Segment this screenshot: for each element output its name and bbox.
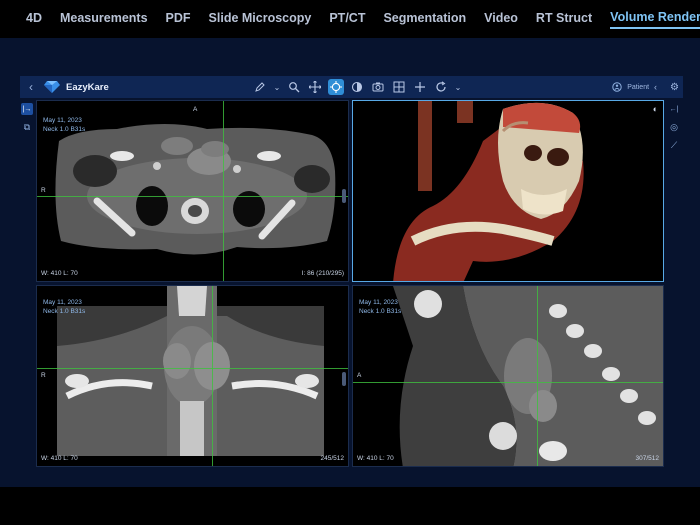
slice-scroll-handle[interactable] (342, 189, 346, 203)
tab-pdf[interactable]: PDF (166, 11, 191, 28)
slice-scroll-handle[interactable] (342, 372, 346, 386)
modality-tab-bar: 4D Measurements PDF Slide Microscopy PT/… (0, 0, 700, 38)
orientation-left-label: R (41, 187, 46, 194)
pencil-icon[interactable] (252, 79, 268, 95)
slice-index-readout: 245/512 (320, 455, 345, 462)
window-level-readout: W: 410 L: 70 (41, 270, 78, 277)
window-level-readout: W: 410 L: 70 (357, 455, 394, 462)
crosshair-horizontal[interactable] (37, 368, 348, 369)
layout-icon[interactable] (391, 79, 407, 95)
pan-icon[interactable] (307, 79, 323, 95)
tab-rt-struct[interactable]: RT Struct (536, 11, 592, 28)
series-description: Neck 1.0 B31s (359, 308, 402, 315)
tab-video[interactable]: Video (484, 11, 518, 28)
crosshair-horizontal[interactable] (37, 196, 348, 197)
viewport-volume-3d[interactable]: ◐ (352, 100, 664, 282)
search-icon[interactable] (286, 79, 302, 95)
rotate-icon[interactable] (433, 79, 449, 95)
back-chevron-icon[interactable]: ‹ (22, 80, 40, 94)
orbit-icon[interactable]: ◎ (668, 121, 680, 133)
orientation-top-label: A (193, 106, 198, 113)
study-date: May 11, 2023 (359, 299, 398, 306)
app-toolbar: ‹ EazyKare ⌄ ⌄ Patient ‹ ⚙ (20, 76, 683, 98)
measure-line-icon[interactable]: ⟋ (668, 139, 680, 151)
dropdown-chevron-icon[interactable]: ⌄ (273, 79, 281, 95)
left-rail: |→ ⧉ (20, 100, 34, 480)
viewport-axial[interactable]: A R May 11, 2023 Neck 1.0 B31s W: 410 L:… (36, 100, 349, 282)
slice-index-readout: I: 86 (210/295) (301, 270, 344, 277)
camera-icon[interactable] (370, 79, 386, 95)
viewport-sagittal[interactable]: A May 11, 2023 Neck 1.0 B31s W: 410 L: 7… (352, 285, 664, 467)
add-icon[interactable] (412, 79, 428, 95)
app-name: EazyKare (66, 81, 109, 93)
right-rail: ←| ◎ ⟋ (666, 100, 682, 480)
slice-index-readout: 307/512 (635, 455, 660, 462)
dropdown-chevron-icon[interactable]: ⌄ (454, 79, 462, 95)
collapse-panel-icon[interactable]: ←| (668, 103, 680, 115)
crosshair-vertical[interactable] (223, 101, 224, 281)
orientation-left-label: A (357, 372, 362, 379)
contrast-toggle-icon[interactable]: ◐ (653, 104, 658, 114)
crosshair-horizontal[interactable] (353, 382, 663, 383)
contrast-icon[interactable] (349, 79, 365, 95)
tab-slide-microscopy[interactable]: Slide Microscopy (209, 11, 312, 28)
logo-gem-icon (44, 81, 60, 93)
gear-icon[interactable]: ⚙ (670, 82, 679, 93)
viewport-coronal[interactable]: R May 11, 2023 Neck 1.0 B31s W: 410 L: 7… (36, 285, 349, 467)
tab-pt-ct[interactable]: PT/CT (329, 11, 365, 28)
patient-info-icon (612, 82, 622, 92)
volume-rendering-image (393, 101, 584, 281)
expand-panel-icon[interactable]: |→ (21, 103, 33, 115)
copy-icon[interactable]: ⧉ (21, 121, 33, 133)
viewer-frame: ‹ EazyKare ⌄ ⌄ Patient ‹ ⚙ |→ ⧉ ←| ◎ ⟋ A… (0, 38, 700, 487)
collapse-chevron-icon[interactable]: ‹ (654, 82, 657, 92)
series-description: Neck 1.0 B31s (43, 126, 86, 133)
study-date: May 11, 2023 (43, 117, 82, 124)
patient-label: Patient (627, 83, 650, 91)
orientation-left-label: R (41, 372, 46, 379)
crosshair-sync-icon[interactable] (328, 79, 344, 95)
tab-segmentation[interactable]: Segmentation (383, 11, 466, 28)
toolbar-tools: ⌄ ⌄ (252, 76, 462, 98)
tab-volume-rendering[interactable]: Volume Rendering (610, 10, 700, 29)
crosshair-vertical[interactable] (212, 286, 213, 466)
tab-4d[interactable]: 4D (26, 11, 42, 28)
study-date: May 11, 2023 (43, 299, 82, 306)
tab-measurements[interactable]: Measurements (60, 11, 148, 28)
series-description: Neck 1.0 B31s (43, 308, 86, 315)
window-level-readout: W: 410 L: 70 (41, 455, 78, 462)
patient-panel-toggle[interactable]: Patient ‹ ⚙ (612, 76, 679, 98)
crosshair-vertical[interactable] (537, 286, 538, 466)
